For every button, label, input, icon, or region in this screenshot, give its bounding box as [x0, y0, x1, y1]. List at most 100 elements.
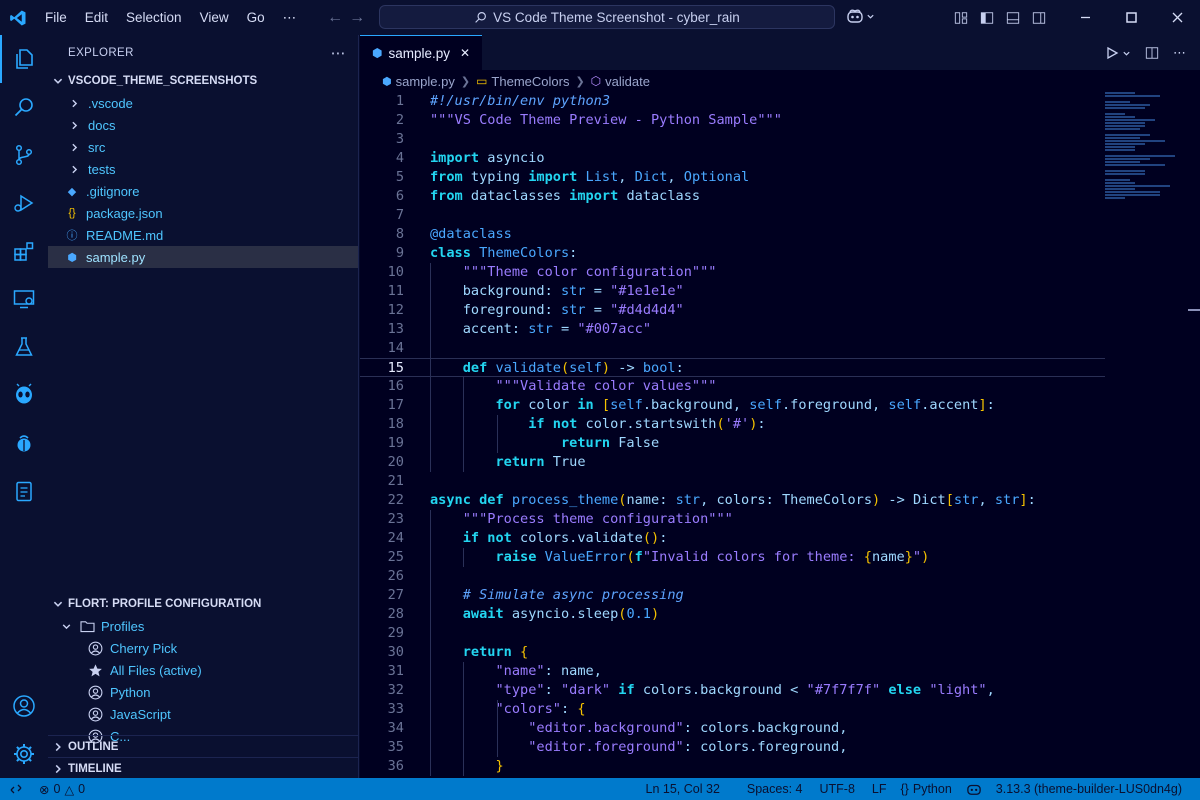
more-actions-button[interactable]: ⋯: [1173, 45, 1186, 61]
code-line[interactable]: 32 "type": "dark" if colors.background <…: [360, 681, 1105, 700]
code-line[interactable]: 30 return {: [360, 643, 1105, 662]
source-control-activity[interactable]: [0, 131, 48, 179]
bug-extension-activity[interactable]: [0, 419, 48, 467]
indentation[interactable]: Spaces: 4: [740, 782, 813, 796]
code-line[interactable]: 22 async def process_theme(name: str, col…: [360, 491, 1105, 510]
encoding[interactable]: UTF-8: [812, 782, 864, 796]
code-line[interactable]: 34 "editor.background": colors.backgroun…: [360, 719, 1105, 738]
menu-file[interactable]: File: [36, 0, 76, 35]
code-line[interactable]: 26: [360, 567, 1105, 586]
code-line[interactable]: 4 import asyncio: [360, 149, 1105, 168]
accounts-activity[interactable]: [0, 682, 48, 730]
profile-item[interactable]: Python: [48, 681, 358, 703]
run-python-button[interactable]: [1105, 46, 1131, 60]
alien-extension-activity[interactable]: [0, 371, 48, 419]
toggle-primary-sidebar-icon[interactable]: [974, 0, 1000, 35]
code-line[interactable]: 19 return False: [360, 434, 1105, 453]
remote-explorer-activity[interactable]: [0, 275, 48, 323]
folder-item[interactable]: .vscode: [48, 92, 358, 114]
maximize-button[interactable]: [1108, 0, 1154, 35]
code-line[interactable]: 14: [360, 339, 1105, 358]
menu-selection[interactable]: Selection: [117, 0, 191, 35]
profile-section-header[interactable]: FLORT: PROFILE CONFIGURATION: [48, 593, 358, 615]
code-line[interactable]: 7: [360, 206, 1105, 225]
testing-activity[interactable]: [0, 323, 48, 371]
code-line[interactable]: 3: [360, 130, 1105, 149]
outline-section-header[interactable]: OUTLINE: [48, 735, 358, 757]
close-window-button[interactable]: [1154, 0, 1200, 35]
code-line[interactable]: 35 "editor.foreground": colors.foregroun…: [360, 738, 1105, 757]
breadcrumb-file[interactable]: sample.py: [396, 74, 455, 89]
profile-item[interactable]: Cherry Pick: [48, 637, 358, 659]
code-line[interactable]: 28 await asyncio.sleep(0.1): [360, 605, 1105, 624]
minimap[interactable]: [1105, 92, 1185, 199]
cursor-position[interactable]: Ln 15, Col 32: [639, 782, 740, 796]
code-line[interactable]: 13 accent: str = "#007acc": [360, 320, 1105, 339]
code-line[interactable]: 16 """Validate color values""": [360, 377, 1105, 396]
file-item[interactable]: {} package.json: [48, 202, 358, 224]
copilot-status[interactable]: [959, 782, 989, 796]
file-item[interactable]: ⓘ README.md: [48, 224, 358, 246]
scrollbar-marker[interactable]: [1188, 309, 1200, 311]
folder-item[interactable]: docs: [48, 114, 358, 136]
code-line[interactable]: 9 class ThemeColors:: [360, 244, 1105, 263]
back-arrow-icon[interactable]: ←: [327, 9, 343, 27]
menu-go[interactable]: Go: [238, 0, 274, 35]
explorer-more-button[interactable]: ⋯: [331, 44, 346, 62]
code-line[interactable]: 24 if not colors.validate():: [360, 529, 1105, 548]
code-line[interactable]: 23 """Process theme configuration""": [360, 510, 1105, 529]
layout-controls-icon[interactable]: [948, 0, 974, 35]
remote-indicator[interactable]: [0, 778, 32, 800]
workspace-section-header[interactable]: VSCODE_THEME_SCREENSHOTS: [48, 70, 358, 92]
end-of-line[interactable]: LF: [865, 782, 894, 796]
code-line[interactable]: 8 @dataclass: [360, 225, 1105, 244]
folder-item[interactable]: tests: [48, 158, 358, 180]
problems-indicator[interactable]: ⊗ 0 △ 0: [32, 782, 92, 797]
minimize-button[interactable]: [1062, 0, 1108, 35]
file-item[interactable]: ◆ .gitignore: [48, 180, 358, 202]
code-line[interactable]: 31 "name": name,: [360, 662, 1105, 681]
explorer-activity[interactable]: [0, 35, 48, 83]
code-line[interactable]: 25 raise ValueError(f"Invalid colors for…: [360, 548, 1105, 567]
profile-item[interactable]: JavaScript: [48, 703, 358, 725]
close-tab-icon[interactable]: ✕: [456, 46, 474, 60]
folder-item[interactable]: src: [48, 136, 358, 158]
code-line[interactable]: 29: [360, 624, 1105, 643]
code-line[interactable]: 18 if not color.startswith('#'):: [360, 415, 1105, 434]
profiles-folder[interactable]: Profiles: [48, 615, 358, 637]
file-item[interactable]: ⬢ sample.py: [48, 246, 358, 268]
code-line[interactable]: 1 #!/usr/bin/env python3: [360, 92, 1105, 111]
code-line[interactable]: 33 "colors": {: [360, 700, 1105, 719]
forward-arrow-icon[interactable]: →: [349, 9, 365, 27]
code-line[interactable]: 21: [360, 472, 1105, 491]
code-line[interactable]: 36 }: [360, 757, 1105, 776]
code-line[interactable]: 27 # Simulate async processing: [360, 586, 1105, 605]
breadcrumb-class[interactable]: ThemeColors: [491, 74, 569, 89]
notepad-extension-activity[interactable]: [0, 467, 48, 515]
code-line[interactable]: 15 def validate(self) -> bool:: [360, 358, 1105, 377]
menu-more[interactable]: ⋯: [274, 0, 306, 35]
code-line[interactable]: 11 background: str = "#1e1e1e": [360, 282, 1105, 301]
toggle-secondary-sidebar-icon[interactable]: [1026, 0, 1052, 35]
tab-sample-py[interactable]: ⬢ sample.py ✕: [360, 35, 483, 70]
breadcrumb-method[interactable]: validate: [605, 74, 650, 89]
code-line[interactable]: 20 return True: [360, 453, 1105, 472]
command-center-search[interactable]: VS Code Theme Screenshot - cyber_rain: [379, 5, 835, 29]
timeline-section-header[interactable]: TIMELINE: [48, 757, 358, 779]
menu-view[interactable]: View: [191, 0, 238, 35]
copilot-button[interactable]: [846, 8, 875, 24]
code-line[interactable]: 5 from typing import List, Dict, Optional: [360, 168, 1105, 187]
split-editor-icon[interactable]: [1145, 46, 1159, 60]
profile-item[interactable]: All Files (active): [48, 659, 358, 681]
code-line[interactable]: 10 """Theme color configuration""": [360, 263, 1105, 282]
run-debug-activity[interactable]: [0, 179, 48, 227]
python-interpreter[interactable]: 3.13.3 (theme-builder-LUS0dn4g): [989, 782, 1200, 796]
code-line[interactable]: 17 for color in [self.background, self.f…: [360, 396, 1105, 415]
toggle-panel-icon[interactable]: [1000, 0, 1026, 35]
search-activity[interactable]: [0, 83, 48, 131]
code-editor[interactable]: 1 #!/usr/bin/env python3 2 """VS Code Theme…: [360, 92, 1105, 776]
code-line[interactable]: 2 """VS Code Theme Preview - Python Sampl…: [360, 111, 1105, 130]
code-line[interactable]: 12 foreground: str = "#d4d4d4": [360, 301, 1105, 320]
extensions-activity[interactable]: [0, 227, 48, 275]
language-mode[interactable]: {} Python: [894, 782, 959, 796]
